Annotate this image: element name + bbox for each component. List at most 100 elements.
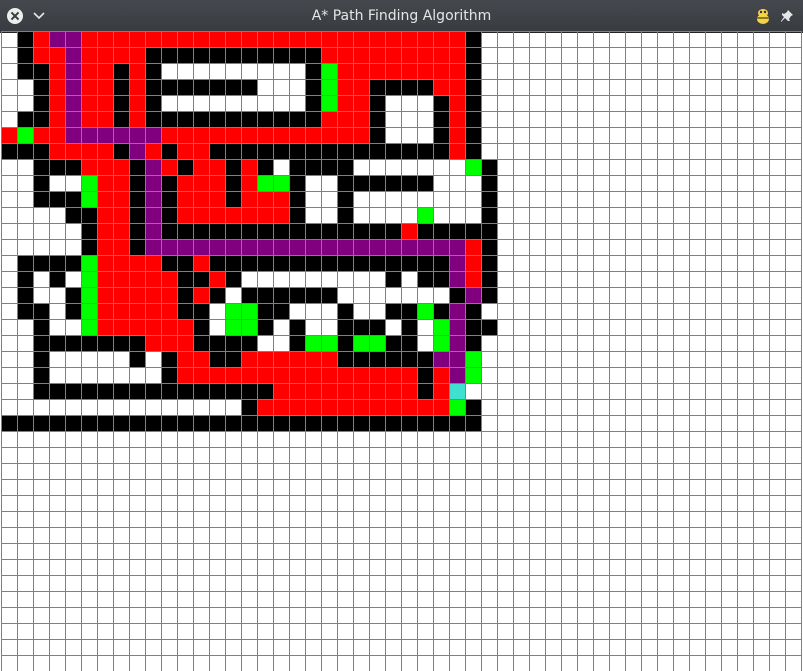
open-cell[interactable] <box>465 159 481 175</box>
closed-cell[interactable] <box>433 63 449 79</box>
barrier-cell[interactable] <box>17 287 33 303</box>
barrier-cell[interactable] <box>385 143 401 159</box>
barrier-cell[interactable] <box>273 143 289 159</box>
barrier-cell[interactable] <box>177 287 193 303</box>
closed-cell[interactable] <box>161 303 177 319</box>
path-cell[interactable] <box>145 127 161 143</box>
closed-cell[interactable] <box>273 207 289 223</box>
barrier-cell[interactable] <box>305 63 321 79</box>
barrier-cell[interactable] <box>33 79 49 95</box>
closed-cell[interactable] <box>369 399 385 415</box>
closed-cell[interactable] <box>161 31 177 47</box>
path-cell[interactable] <box>129 127 145 143</box>
barrier-cell[interactable] <box>193 319 209 335</box>
barrier-cell[interactable] <box>321 287 337 303</box>
path-cell[interactable] <box>81 127 97 143</box>
closed-cell[interactable] <box>129 31 145 47</box>
barrier-cell[interactable] <box>33 303 49 319</box>
closed-cell[interactable] <box>113 271 129 287</box>
barrier-cell[interactable] <box>241 287 257 303</box>
barrier-cell[interactable] <box>177 223 193 239</box>
closed-cell[interactable] <box>145 303 161 319</box>
closed-cell[interactable] <box>81 159 97 175</box>
barrier-cell[interactable] <box>145 95 161 111</box>
barrier-cell[interactable] <box>33 367 49 383</box>
closed-cell[interactable] <box>97 79 113 95</box>
closed-cell[interactable] <box>81 47 97 63</box>
barrier-cell[interactable] <box>401 175 417 191</box>
closed-cell[interactable] <box>97 303 113 319</box>
open-cell[interactable] <box>17 127 33 143</box>
closed-cell[interactable] <box>273 31 289 47</box>
barrier-cell[interactable] <box>369 175 385 191</box>
path-cell[interactable] <box>401 239 417 255</box>
closed-cell[interactable] <box>129 63 145 79</box>
closed-cell[interactable] <box>321 31 337 47</box>
closed-cell[interactable] <box>385 367 401 383</box>
barrier-cell[interactable] <box>97 383 113 399</box>
barrier-cell[interactable] <box>129 335 145 351</box>
barrier-cell[interactable] <box>129 207 145 223</box>
barrier-cell[interactable] <box>113 63 129 79</box>
closed-cell[interactable] <box>145 335 161 351</box>
barrier-cell[interactable] <box>305 143 321 159</box>
barrier-cell[interactable] <box>417 175 433 191</box>
open-cell[interactable] <box>81 287 97 303</box>
closed-cell[interactable] <box>401 47 417 63</box>
closed-cell[interactable] <box>33 127 49 143</box>
closed-cell[interactable] <box>337 383 353 399</box>
closed-cell[interactable] <box>49 143 65 159</box>
barrier-cell[interactable] <box>129 191 145 207</box>
closed-cell[interactable] <box>161 127 177 143</box>
closed-cell[interactable] <box>209 31 225 47</box>
closed-cell[interactable] <box>305 399 321 415</box>
open-cell[interactable] <box>417 303 433 319</box>
closed-cell[interactable] <box>97 287 113 303</box>
barrier-cell[interactable] <box>33 111 49 127</box>
closed-cell[interactable] <box>97 239 113 255</box>
barrier-cell[interactable] <box>257 47 273 63</box>
barrier-cell[interactable] <box>385 303 401 319</box>
barrier-cell[interactable] <box>81 335 97 351</box>
pin-button[interactable] <box>775 0 799 32</box>
barrier-cell[interactable] <box>49 255 65 271</box>
barrier-cell[interactable] <box>289 143 305 159</box>
barrier-cell[interactable] <box>225 111 241 127</box>
barrier-cell[interactable] <box>145 415 161 431</box>
closed-cell[interactable] <box>129 79 145 95</box>
closed-cell[interactable] <box>289 351 305 367</box>
closed-cell[interactable] <box>273 383 289 399</box>
barrier-cell[interactable] <box>353 351 369 367</box>
closed-cell[interactable] <box>145 319 161 335</box>
barrier-cell[interactable] <box>209 335 225 351</box>
barrier-cell[interactable] <box>257 255 273 271</box>
barrier-cell[interactable] <box>81 239 97 255</box>
path-cell[interactable] <box>129 143 145 159</box>
barrier-cell[interactable] <box>33 95 49 111</box>
barrier-cell[interactable] <box>273 287 289 303</box>
closed-cell[interactable] <box>321 47 337 63</box>
closed-cell[interactable] <box>97 111 113 127</box>
closed-cell[interactable] <box>1 127 17 143</box>
barrier-cell[interactable] <box>225 271 241 287</box>
closed-cell[interactable] <box>465 271 481 287</box>
closed-cell[interactable] <box>129 111 145 127</box>
closed-cell[interactable] <box>385 47 401 63</box>
barrier-cell[interactable] <box>465 399 481 415</box>
closed-cell[interactable] <box>97 191 113 207</box>
barrier-cell[interactable] <box>65 207 81 223</box>
barrier-cell[interactable] <box>369 415 385 431</box>
barrier-cell[interactable] <box>225 47 241 63</box>
open-cell[interactable] <box>225 319 241 335</box>
barrier-cell[interactable] <box>369 351 385 367</box>
barrier-cell[interactable] <box>49 271 65 287</box>
open-cell[interactable] <box>417 207 433 223</box>
closed-cell[interactable] <box>401 367 417 383</box>
open-cell[interactable] <box>241 319 257 335</box>
barrier-cell[interactable] <box>353 143 369 159</box>
barrier-cell[interactable] <box>465 335 481 351</box>
barrier-cell[interactable] <box>113 415 129 431</box>
barrier-cell[interactable] <box>161 47 177 63</box>
closed-cell[interactable] <box>289 383 305 399</box>
closed-cell[interactable] <box>353 127 369 143</box>
